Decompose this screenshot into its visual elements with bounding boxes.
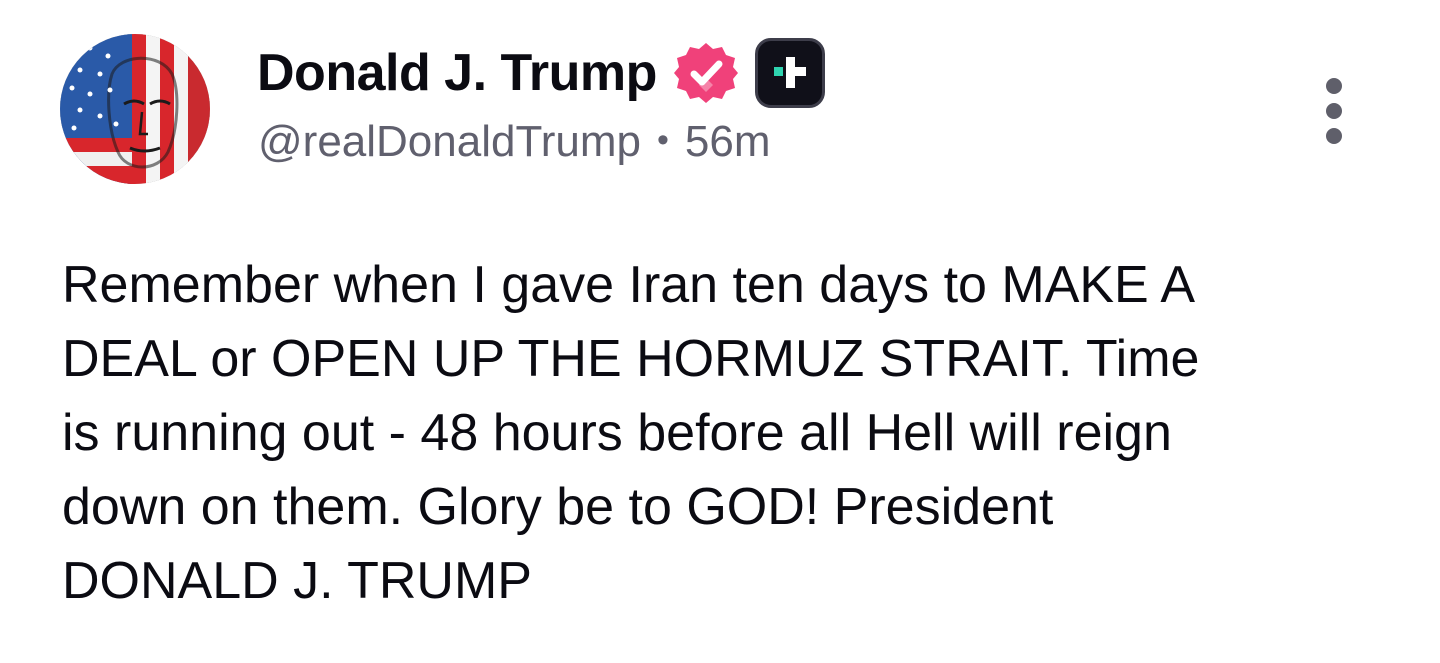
author-name-row: Donald J. Trump: [257, 38, 825, 108]
author-handle[interactable]: @realDonaldTrump: [258, 120, 641, 164]
meta-separator: •: [656, 121, 669, 159]
menu-dot: [1326, 128, 1342, 144]
post-card: Donald J. Trump @realDonaldTrump • 56m R…: [0, 0, 1440, 663]
author-display-name[interactable]: Donald J. Trump: [257, 47, 657, 99]
flag-face-avatar: [60, 34, 210, 184]
more-vertical-icon[interactable]: [1320, 78, 1348, 144]
post-timestamp[interactable]: 56m: [685, 120, 771, 164]
menu-dot: [1326, 103, 1342, 119]
author-meta-row: @realDonaldTrump • 56m: [258, 120, 770, 164]
avatar[interactable]: [60, 34, 210, 184]
verified-badge-icon: [673, 43, 738, 103]
post-body-text: Remember when I gave Iran ten days to MA…: [62, 256, 1200, 610]
menu-dot: [1326, 78, 1342, 94]
plus-badge-icon: [754, 38, 825, 108]
